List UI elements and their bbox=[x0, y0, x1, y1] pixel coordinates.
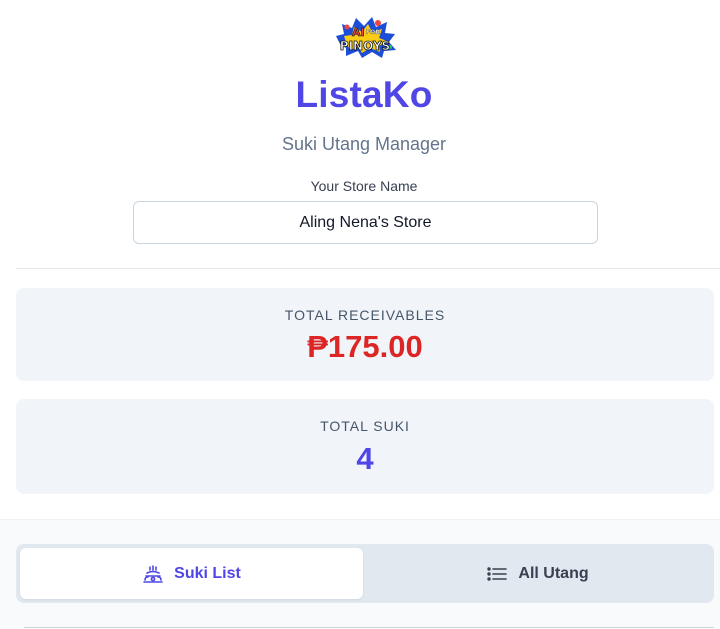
total-suki-label: TOTAL SUKI bbox=[320, 418, 410, 434]
header-divider bbox=[16, 268, 720, 269]
svg-text:PINOYS: PINOYS bbox=[340, 39, 390, 53]
ai-for-pinoys-logo: AI FOR PINOYS bbox=[336, 17, 396, 58]
app-header: AI FOR PINOYS ListaKo Suki Utang Manager… bbox=[0, 0, 720, 268]
svg-text:FOR: FOR bbox=[366, 29, 380, 36]
total-receivables-card: TOTAL RECEIVABLES ₱175.00 bbox=[16, 288, 714, 381]
total-receivables-label: TOTAL RECEIVABLES bbox=[284, 307, 446, 323]
total-receivables-value: ₱175.00 bbox=[307, 329, 423, 364]
store-name-input[interactable] bbox=[133, 201, 598, 244]
tab-all-utang-label: All Utang bbox=[518, 564, 589, 582]
svg-text:AI: AI bbox=[352, 26, 365, 39]
total-suki-value: 4 bbox=[356, 441, 374, 476]
app-page: AI FOR PINOYS ListaKo Suki Utang Manager… bbox=[0, 0, 720, 629]
tab-suki-list[interactable]: Suki List bbox=[20, 548, 363, 599]
list-icon bbox=[487, 566, 508, 581]
users-icon bbox=[143, 564, 163, 583]
list-top-border bbox=[24, 627, 714, 628]
app-title: ListaKo bbox=[295, 74, 433, 115]
store-name-label: Your Store Name bbox=[310, 178, 418, 194]
view-tabs: Suki List All Utang bbox=[16, 544, 714, 603]
app-subtitle: Suki Utang Manager bbox=[281, 134, 447, 154]
tab-suki-list-label: Suki List bbox=[174, 564, 241, 582]
tab-all-utang[interactable]: All Utang bbox=[365, 548, 710, 599]
total-suki-card: TOTAL SUKI 4 bbox=[16, 399, 714, 494]
